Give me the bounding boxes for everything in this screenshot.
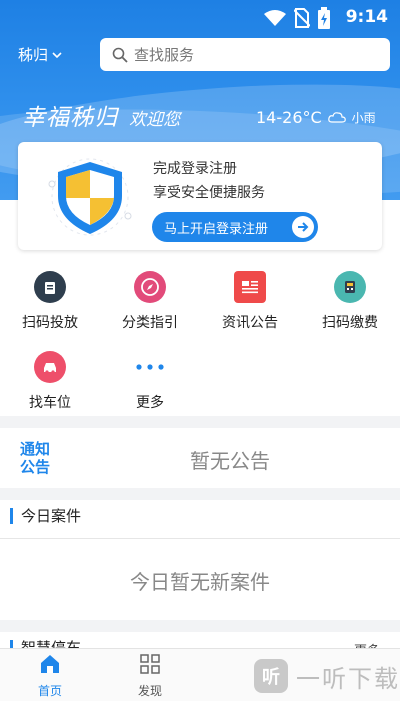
login-card: 完成登录注册 享受安全便捷服务 马上开启登录注册	[18, 142, 382, 250]
wifi-icon	[264, 10, 286, 26]
weather-condition: 小雨	[351, 111, 376, 125]
services-grid: 扫码投放 分类指引 资讯公告 扫码缴费 找车位 更多	[0, 258, 400, 416]
cloud-rain-icon	[327, 111, 346, 123]
service-sort-guide[interactable]: 分类指引	[100, 271, 200, 332]
slogan: 幸福秭归 欢迎您	[22, 98, 180, 132]
news-icon	[234, 271, 266, 303]
car-icon	[34, 351, 66, 383]
watermark-logo: 听	[254, 659, 288, 693]
login-register-label: 马上开启登录注册	[164, 221, 269, 237]
arrow-right-icon	[292, 216, 314, 238]
slogan-welcome: 欢迎您	[129, 110, 181, 130]
search-placeholder: 查找服务	[134, 46, 195, 64]
notice-tag: 通知 公告	[20, 440, 50, 476]
notice-tag-line2: 公告	[20, 458, 51, 476]
tab-label: 首页	[37, 684, 62, 698]
service-scan-pay[interactable]: 扫码缴费	[300, 271, 400, 332]
trash-bin-icon	[34, 271, 66, 303]
city-label: 秭归	[18, 46, 49, 64]
divider	[0, 538, 400, 539]
chevron-down-icon	[52, 51, 62, 58]
today-cases-section: 今日案件 今日暂无新案件	[0, 500, 400, 620]
weather-widget: 14-26°C 小雨	[256, 108, 376, 127]
notice-tag-line1: 通知	[20, 440, 51, 458]
notice-bar[interactable]: 通知 公告 暂无公告	[0, 428, 400, 488]
cases-empty-text: 今日暂无新案件	[130, 570, 270, 594]
service-find-parking[interactable]: 找车位	[0, 351, 100, 412]
service-label: 分类指引	[122, 315, 178, 331]
compass-icon	[134, 271, 166, 303]
service-label: 资讯公告	[222, 315, 278, 331]
service-scan-dispose[interactable]: 扫码投放	[0, 271, 100, 332]
search-icon	[112, 47, 128, 63]
home-icon	[41, 655, 59, 673]
service-more[interactable]: 更多	[100, 351, 200, 412]
service-label: 找车位	[29, 395, 71, 411]
weather-temperature: 14-26°C	[256, 108, 322, 127]
tab-label: 发现	[137, 684, 162, 698]
tab-discover[interactable]: 发现	[120, 653, 180, 699]
tab-home[interactable]: 首页	[20, 653, 80, 699]
watermark-text: 一听下载	[296, 664, 400, 693]
grid-icon	[140, 654, 160, 674]
login-promo-line2: 享受安全便捷服务	[153, 185, 265, 201]
section-title: 今日案件	[10, 508, 81, 524]
search-input[interactable]: 查找服务	[100, 38, 390, 71]
slogan-title: 幸福秭归	[22, 105, 118, 131]
status-time: 9:14	[345, 7, 388, 27]
more-dots-icon	[134, 351, 166, 383]
service-news[interactable]: 资讯公告	[200, 271, 300, 332]
service-label: 更多	[136, 395, 164, 411]
service-label: 扫码缴费	[322, 315, 378, 331]
security-shield-icon	[48, 158, 132, 236]
watermark: 听 一听下载	[254, 652, 400, 700]
notice-empty-text: 暂无公告	[190, 449, 270, 473]
status-bar: 9:14	[0, 0, 400, 36]
battery-icon	[318, 7, 330, 29]
login-register-button[interactable]: 马上开启登录注册	[152, 212, 318, 242]
status-icons	[264, 7, 330, 29]
city-selector[interactable]: 秭归	[18, 44, 62, 65]
service-label: 扫码投放	[22, 315, 78, 331]
no-sim-icon	[294, 8, 310, 28]
payment-terminal-icon	[334, 271, 366, 303]
login-promo-line1: 完成登录注册	[153, 161, 237, 177]
